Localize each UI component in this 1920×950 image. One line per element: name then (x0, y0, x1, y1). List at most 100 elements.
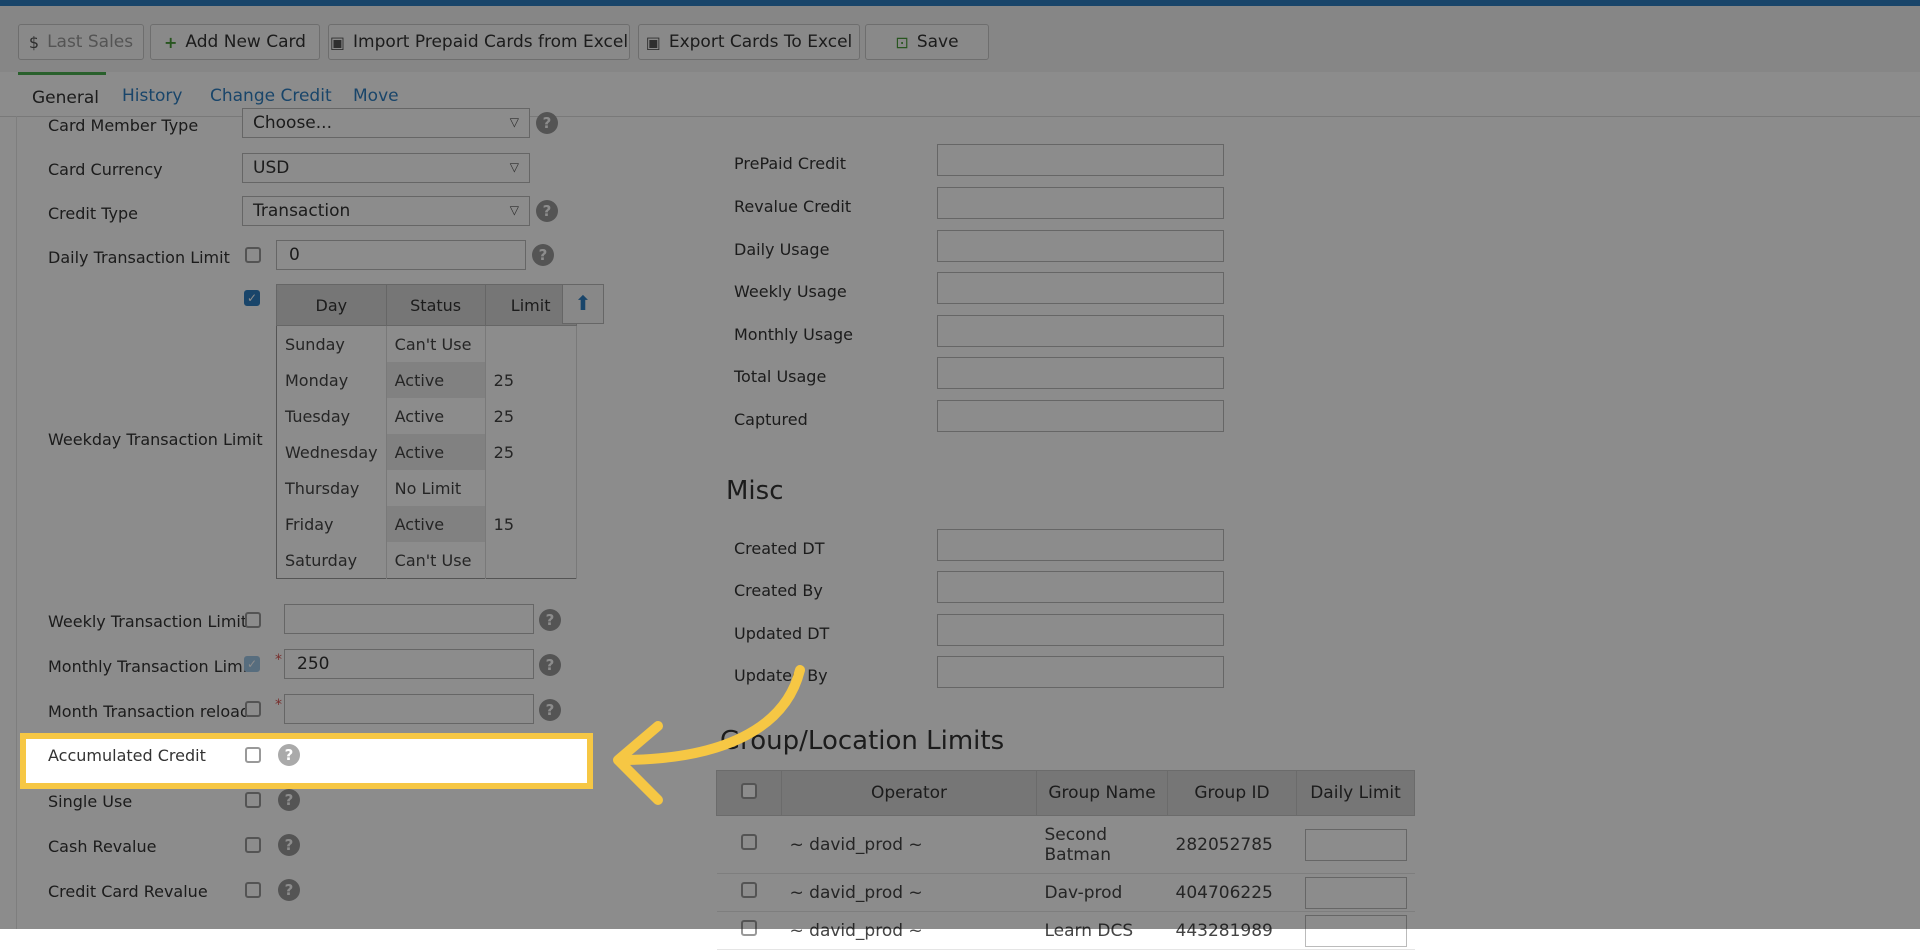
required-marker: * (275, 652, 282, 668)
help-icon[interactable]: ? (278, 879, 300, 901)
active-tab-indicator (18, 72, 106, 75)
last-sales-button[interactable]: $ Last Sales (18, 24, 144, 60)
card-currency-select[interactable]: USD ▽ (242, 153, 530, 183)
revalue-credit-label: Revalue Credit (734, 197, 852, 216)
table-row[interactable]: Monday Active 25 (276, 362, 577, 398)
limit-cell[interactable]: 25 (485, 434, 577, 470)
help-icon[interactable]: ? (539, 654, 561, 676)
upload-button[interactable]: ⬆ (562, 284, 604, 324)
credit-type-select[interactable]: Transaction ▽ (242, 196, 530, 226)
import-prepaid-button[interactable]: ▣ Import Prepaid Cards from Excel (328, 24, 630, 60)
tab-move[interactable]: Move (353, 86, 399, 106)
total-usage-field[interactable] (937, 357, 1224, 389)
accumulated-credit-checkbox[interactable] (245, 747, 261, 763)
weekday-transaction-limit-label: Weekday Transaction Limit (48, 430, 263, 449)
status-cell[interactable]: Can't Use (386, 542, 486, 579)
month-transaction-reload-input[interactable] (284, 694, 534, 724)
curved-arrow-icon (613, 665, 805, 805)
table-row[interactable]: Saturday Can't Use (276, 542, 577, 579)
help-icon[interactable]: ? (536, 112, 558, 134)
daily-limit-input[interactable] (1304, 828, 1407, 861)
weekday-limit-checkbox[interactable]: ✓ (244, 290, 260, 306)
daily-usage-field[interactable] (937, 230, 1224, 262)
updated-dt-field[interactable] (937, 614, 1224, 646)
tab-general[interactable]: General (32, 88, 99, 108)
operator-cell: ~ david_prod ~ (781, 911, 1037, 950)
daily-limit-cell[interactable] (1296, 815, 1415, 874)
card-member-type-select[interactable]: Choose... ▽ (242, 108, 530, 138)
row-checkbox-cell[interactable] (716, 815, 782, 874)
status-cell[interactable]: Active (386, 434, 486, 470)
limit-cell[interactable]: 25 (485, 398, 577, 434)
tab-history[interactable]: History (122, 86, 182, 106)
weekly-transaction-limit-checkbox[interactable] (245, 612, 261, 628)
row-checkbox-cell[interactable] (716, 873, 782, 912)
limit-cell[interactable] (485, 542, 577, 579)
updated-by-field[interactable] (937, 656, 1224, 688)
table-row[interactable]: Tuesday Active 25 (276, 398, 577, 434)
status-cell[interactable]: Active (386, 362, 486, 398)
row-checkbox[interactable] (741, 920, 757, 936)
total-usage-label: Total Usage (734, 367, 827, 386)
table-row[interactable]: Wednesday Active 25 (276, 434, 577, 470)
created-dt-field[interactable] (937, 529, 1224, 561)
created-by-field[interactable] (937, 571, 1224, 603)
tab-change-credit[interactable]: Change Credit (210, 86, 332, 106)
single-use-checkbox[interactable] (245, 792, 261, 808)
limit-cell[interactable]: 25 (485, 362, 577, 398)
help-icon[interactable]: ? (532, 244, 554, 266)
table-row[interactable]: Friday Active 15 (276, 506, 577, 542)
weekly-usage-field[interactable] (937, 272, 1224, 304)
save-button[interactable]: ⊡ Save (865, 24, 989, 60)
table-row[interactable]: Thursday No Limit (276, 470, 577, 506)
weekly-transaction-limit-input[interactable] (284, 604, 534, 634)
help-icon[interactable]: ? (278, 789, 300, 811)
status-cell[interactable]: No Limit (386, 470, 486, 506)
prepaid-credit-field[interactable] (937, 144, 1224, 176)
export-cards-label: Export Cards To Excel (668, 32, 853, 52)
help-icon[interactable]: ? (536, 200, 558, 222)
help-icon[interactable]: ? (278, 834, 300, 856)
daily-limit-cell[interactable] (1296, 873, 1415, 912)
row-checkbox[interactable] (741, 834, 757, 850)
limit-cell[interactable]: 15 (485, 506, 577, 542)
cash-revalue-checkbox[interactable] (245, 837, 261, 853)
monthly-transaction-limit-checkbox[interactable]: ✓ (244, 656, 260, 672)
help-icon[interactable]: ? (278, 744, 300, 766)
group-name-cell: Second Batman (1036, 815, 1168, 874)
credit-card-revalue-checkbox[interactable] (245, 882, 261, 898)
add-new-card-button[interactable]: + Add New Card (150, 24, 320, 60)
revalue-credit-field[interactable] (937, 187, 1224, 219)
prepaid-credit-label: PrePaid Credit (734, 154, 846, 173)
export-cards-button[interactable]: ▣ Export Cards To Excel (638, 24, 860, 60)
row-checkbox-cell[interactable] (716, 911, 782, 950)
dollar-icon: $ (28, 32, 40, 52)
daily-limit-input[interactable] (1304, 914, 1407, 947)
daily-transaction-limit-input[interactable]: 0 (276, 240, 526, 270)
monthly-usage-field[interactable] (937, 315, 1224, 347)
add-new-card-label: Add New Card (185, 32, 306, 52)
help-icon[interactable]: ? (539, 609, 561, 631)
limit-cell[interactable] (485, 470, 577, 506)
table-row[interactable]: ~ david_prod ~ Learn DCS 443281989 (716, 911, 1415, 950)
help-icon[interactable]: ? (539, 699, 561, 721)
table-row[interactable]: ~ david_prod ~ Dav-prod 404706225 (716, 873, 1415, 912)
monthly-transaction-limit-input[interactable]: 250 (284, 649, 534, 679)
row-checkbox[interactable] (741, 882, 757, 898)
daily-limit-input[interactable] (1304, 876, 1407, 909)
table-row[interactable]: Sunday Can't Use (276, 325, 577, 362)
daily-limit-cell[interactable] (1296, 911, 1415, 950)
table-header: Group ID (1167, 770, 1297, 816)
captured-field[interactable] (937, 400, 1224, 432)
month-transaction-reload-checkbox[interactable] (245, 701, 261, 717)
daily-transaction-limit-checkbox[interactable] (245, 247, 261, 263)
card-currency-label: Card Currency (48, 160, 163, 179)
status-cell[interactable]: Can't Use (386, 325, 486, 362)
table-header: Day (276, 284, 387, 326)
status-cell[interactable]: Active (386, 506, 486, 542)
weekly-transaction-limit-label: Weekly Transaction Limit (48, 612, 248, 631)
table-row[interactable]: ~ david_prod ~ Second Batman 282052785 (716, 815, 1415, 874)
last-sales-label: Last Sales (47, 32, 134, 52)
limit-cell[interactable] (485, 325, 577, 362)
status-cell[interactable]: Active (386, 398, 486, 434)
